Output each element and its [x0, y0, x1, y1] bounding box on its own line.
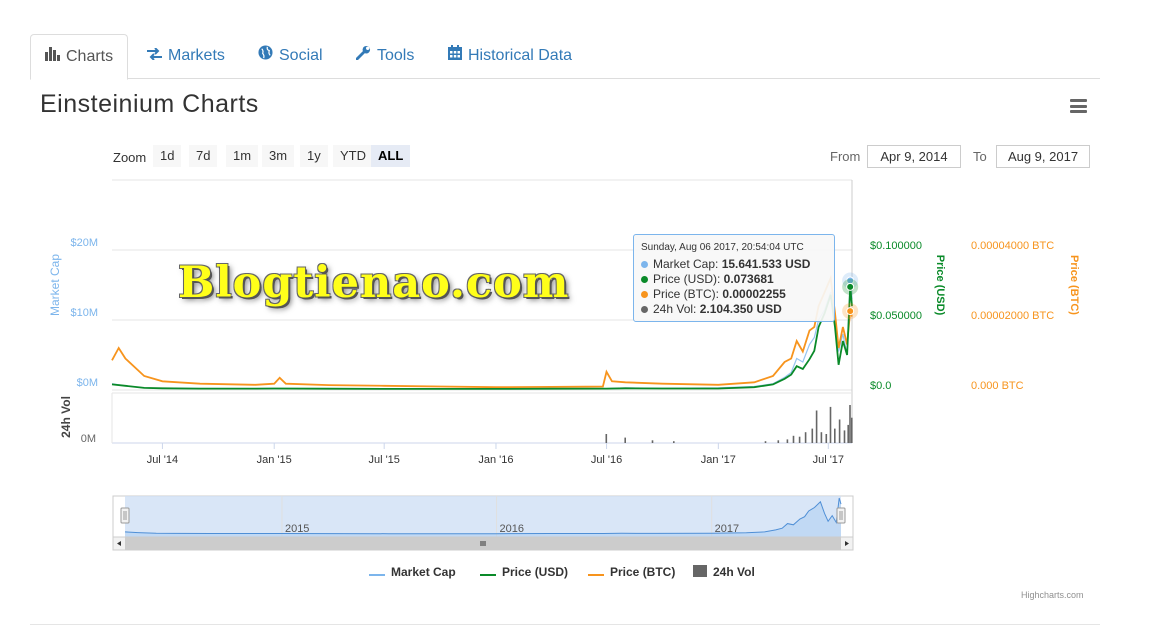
price-chart: $0M $10M $20M Market Cap $0.0 $0.050000 $0.100…	[48, 179, 1080, 551]
price-usd-tick-label: $0.0	[870, 380, 891, 392]
legend-price-btc[interactable]: Price (BTC)	[588, 565, 675, 580]
x-tick-label: Jan '16	[478, 454, 513, 466]
legend-label: Price (BTC)	[610, 565, 676, 579]
volume-bar	[825, 434, 828, 443]
volume-bar	[851, 417, 853, 443]
volume-bar	[624, 437, 626, 443]
chart-tooltip: Sunday, Aug 06 2017, 20:54:04 UTC Market…	[633, 234, 835, 322]
volume-bar	[605, 434, 608, 443]
navigator-left-handle[interactable]	[120, 507, 130, 524]
volume-bar	[651, 440, 654, 443]
market-cap-tick-label: $0M	[77, 377, 98, 389]
volume-bar	[838, 419, 841, 443]
price-usd-tick-label: $0.050000	[870, 310, 922, 322]
price-usd-axis-title: Price (USD)	[934, 255, 946, 316]
chart-legend: Market Cap Price (USD) Price (BTC) 24h V…	[0, 565, 1150, 585]
volume-tick-label: 0M	[81, 433, 96, 445]
tooltip-value: 2.104.350 USD	[699, 302, 782, 316]
tooltip-value: 0.073681	[723, 272, 774, 286]
x-tick-label: Jul '14	[147, 454, 178, 466]
tooltip-row-price-btc: Price (BTC): 0.00002255	[641, 287, 786, 301]
volume-bar	[847, 424, 849, 443]
volume-bar	[849, 405, 851, 443]
volume-dot-icon	[641, 306, 648, 313]
tooltip-row-price-usd: Price (USD): 0.073681	[641, 272, 774, 286]
tooltip-date: Sunday, Aug 06 2017, 20:54:04 UTC	[641, 242, 804, 253]
legend-24h-vol[interactable]: 24h Vol	[693, 565, 755, 580]
line-swatch-icon	[480, 566, 496, 580]
volume-bar	[777, 440, 780, 443]
market-cap-tick-label: $10M	[70, 307, 98, 319]
tooltip-row-market-cap: Market Cap: 15.641.533 USD	[641, 257, 810, 271]
volume-bar	[673, 441, 675, 443]
volume-bar	[804, 432, 807, 443]
x-tick-label: Jul '16	[591, 454, 622, 466]
tooltip-label: 24h Vol:	[653, 302, 700, 316]
tooltip-value: 0.00002255	[722, 287, 786, 301]
market-cap-dot-icon	[641, 261, 648, 268]
tooltip-label: Market Cap:	[653, 257, 722, 271]
highcharts-credit[interactable]: Highcharts.com	[1021, 590, 1084, 600]
line-swatch-icon	[588, 566, 604, 580]
price-btc-dot-icon	[641, 291, 648, 298]
price-usd-dot-icon	[641, 276, 648, 283]
legend-label: Market Cap	[391, 565, 456, 579]
legend-market-cap[interactable]: Market Cap	[369, 565, 456, 580]
divider	[30, 624, 1100, 625]
market-cap-tick-label: $20M	[70, 237, 98, 249]
volume-bar	[764, 441, 767, 443]
volume-bar	[786, 439, 789, 443]
price-btc-axis-title: Price (BTC)	[1068, 255, 1080, 315]
legend-price-usd[interactable]: Price (USD)	[480, 565, 568, 580]
volume-bar	[815, 410, 818, 443]
tooltip-label: Price (USD):	[653, 272, 724, 286]
price-btc-tick-label: 0.00004000 BTC	[971, 240, 1054, 252]
legend-label: 24h Vol	[713, 565, 755, 579]
legend-label: Price (USD)	[502, 565, 569, 579]
tooltip-label: Price (BTC):	[653, 287, 723, 301]
navigator-right-handle[interactable]	[836, 507, 846, 524]
hover-marker	[846, 307, 855, 316]
tooltip-value: 15.641.533 USD	[721, 257, 811, 271]
x-tick-label: Jan '15	[257, 454, 292, 466]
line-swatch-icon	[369, 566, 385, 580]
volume-bar	[820, 432, 823, 443]
square-swatch-icon	[693, 565, 707, 580]
volume-bar	[798, 436, 801, 443]
watermark-text: Blogtienao.com	[178, 258, 570, 308]
volume-bar	[843, 430, 846, 443]
hover-marker	[846, 282, 855, 291]
x-tick-label: Jan '17	[701, 454, 736, 466]
volume-bar	[829, 406, 832, 443]
volume-bar	[792, 435, 795, 443]
price-btc-tick-label: 0.00002000 BTC	[971, 310, 1054, 322]
market-cap-axis-title: Market Cap	[48, 254, 62, 316]
price-btc-tick-label: 0.000 BTC	[971, 380, 1024, 392]
volume-bar	[834, 428, 836, 443]
price-usd-tick-label: $0.100000	[870, 240, 922, 252]
volume-axis-title: 24h Vol	[59, 396, 73, 438]
tooltip-row-volume: 24h Vol: 2.104.350 USD	[641, 302, 782, 316]
x-tick-label: Jul '15	[368, 454, 399, 466]
x-tick-label: Jul '17	[813, 454, 844, 466]
volume-bar	[811, 428, 814, 443]
